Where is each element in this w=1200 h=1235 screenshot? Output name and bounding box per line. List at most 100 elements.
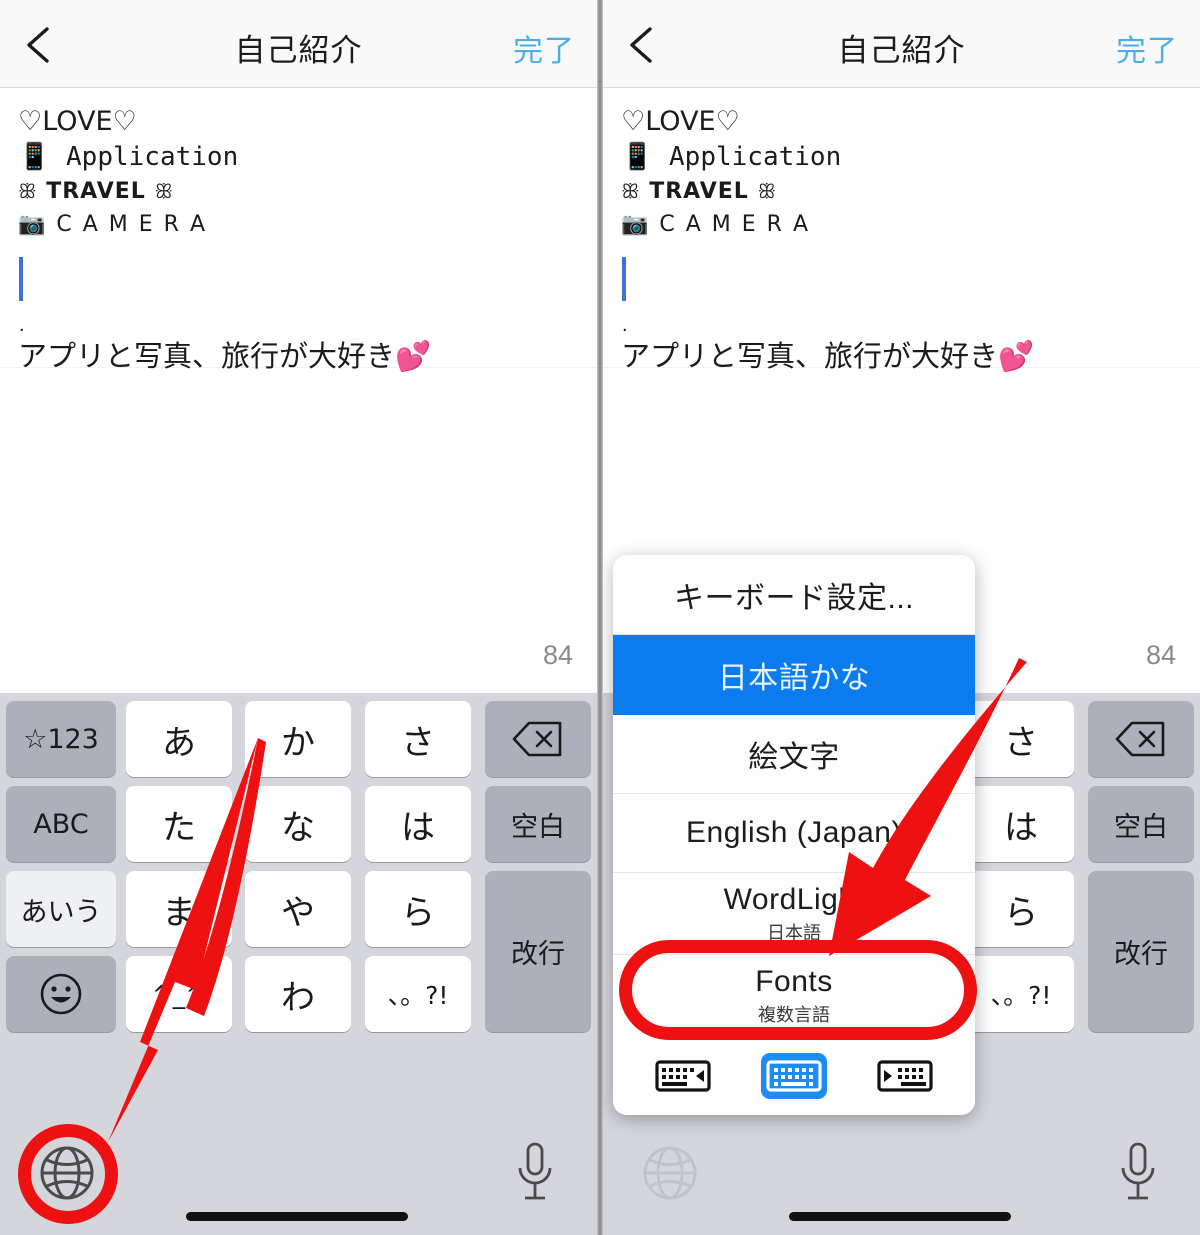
key-ra[interactable]: ら [968,871,1074,947]
bio-japanese-text: アプリと写真、旅行が大好き [18,339,396,373]
bio-line-application: 📱 Application [18,139,579,175]
keyboard-current-icon [766,1060,822,1092]
navigation-bar-right: 自己紹介 完了 [603,0,1200,88]
key-emoji[interactable] [6,956,116,1032]
bio-line-japanese: アプリと写真、旅行が大好き💕 [18,336,579,376]
done-button[interactable]: 完了 [513,26,575,70]
key-na[interactable]: な [245,786,351,862]
bio-travel-text: TRAVEL [649,179,749,204]
globe-icon [643,1146,697,1200]
key-ra[interactable]: ら [365,871,471,947]
bio-line-dot: . [19,314,25,336]
done-button-right[interactable]: 完了 [1116,26,1178,70]
key-ha[interactable]: は [365,786,471,862]
key-ma[interactable]: ま [126,871,232,947]
navigation-bar: 自己紹介 完了 [0,0,597,88]
menu-item-label: 日本語かな [717,662,871,695]
key-aiu[interactable]: あいう [6,871,116,947]
key-space[interactable]: 空白 [485,786,591,862]
phone-emoji: 📱 [18,142,51,172]
page-title: 自己紹介 [234,33,363,68]
delete-icon [512,721,562,757]
delete-icon [1115,721,1165,757]
key-return[interactable]: 改行 [1088,871,1194,1032]
ornament-right: ꕥ [154,179,175,203]
bio-application-text: Application [66,142,239,172]
key-abc[interactable]: ABC [6,786,116,862]
key-ka[interactable]: か [245,701,351,777]
keyboard-current-button[interactable] [760,1053,827,1099]
keyboard-switcher-bar [613,1037,975,1115]
menu-emoji[interactable]: 絵文字 [613,715,975,794]
home-indicator-left [186,1212,408,1221]
bio-line-love: ♡LOVE♡ [621,106,740,137]
dictation-key-right[interactable] [1115,1140,1161,1206]
keyboard-prev-button[interactable] [650,1053,716,1099]
key-symbols[interactable]: ☆123 [6,701,116,777]
bio-application-text: Application [669,142,842,172]
microphone-icon [1121,1142,1155,1200]
bio-line-dot: . [622,314,628,336]
bio-line-travel: ꕥ TRAVEL ꕥ [621,175,1182,208]
key-delete[interactable] [485,701,591,777]
menu-item-label: English (Japan) [686,816,902,849]
microphone-icon [518,1142,552,1200]
camera-emoji: 📷 [621,212,651,237]
page-title-right: 自己紹介 [837,33,966,68]
ornament-right: ꕥ [757,179,778,203]
character-counter-right: 84 [1145,640,1176,670]
key-wa[interactable]: わ [245,956,351,1032]
character-counter: 84 [542,640,573,670]
key-return[interactable]: 改行 [485,871,591,1032]
red-circle-globe [18,1124,118,1224]
bio-camera-text: C A M E R A [56,212,208,237]
text-caret [622,257,626,301]
hearts-emoji: 💕 [395,339,432,373]
text-caret [19,257,23,301]
ornament-left: ꕥ [621,179,641,203]
red-oval-fonts [619,940,977,1040]
screenshot-root: 自己紹介 完了 ♡LOVE♡ 📱 Application ꕥ TRAVEL ꕥ … [0,0,1200,1235]
key-ya[interactable]: や [245,871,351,947]
key-ta[interactable]: た [126,786,232,862]
key-a[interactable]: あ [126,701,232,777]
menu-keyboard-settings[interactable]: キーボード設定... [613,555,975,635]
key-punctuation[interactable]: 、。?! [968,956,1074,1032]
key-kaomoji[interactable]: ^_^ [126,956,232,1032]
home-indicator-right [789,1212,1011,1221]
right-phone-screen: 自己紹介 完了 ♡LOVE♡ 📱 Application ꕥ TRAVEL ꕥ … [603,0,1200,1235]
menu-item-label: WordLight [723,882,865,916]
camera-emoji: 📷 [18,212,48,237]
keyboard-prev-icon [655,1060,711,1092]
menu-item-label: 絵文字 [748,741,840,774]
bio-japanese-text: アプリと写真、旅行が大好き [621,339,999,373]
key-space[interactable]: 空白 [1088,786,1194,862]
key-ha[interactable]: は [968,786,1074,862]
ornament-left: ꕥ [18,179,38,203]
keyboard-next-button[interactable] [872,1053,938,1099]
hearts-emoji: 💕 [998,339,1035,373]
phone-emoji: 📱 [621,142,654,172]
bio-line-travel: ꕥ TRAVEL ꕥ [18,175,579,208]
dictation-key-left[interactable] [512,1140,558,1206]
bio-line-application: 📱 Application [621,139,1182,175]
bio-line-camera: 📷 C A M E R A [621,208,1182,242]
bio-text-area-right[interactable]: ♡LOVE♡ 📱 Application ꕥ TRAVEL ꕥ 📷 C A M … [603,89,1200,373]
bio-line-japanese: アプリと写真、旅行が大好き💕 [621,336,1182,376]
key-delete[interactable] [1088,701,1194,777]
key-sa[interactable]: さ [968,701,1074,777]
keyboard-next-icon [877,1060,933,1092]
menu-item-label: キーボード設定... [673,581,914,615]
bio-camera-text: C A M E R A [659,212,811,237]
left-phone-screen: 自己紹介 完了 ♡LOVE♡ 📱 Application ꕥ TRAVEL ꕥ … [0,0,597,1235]
globe-key-right[interactable] [639,1142,701,1204]
bio-line-love: ♡LOVE♡ [18,106,137,137]
menu-japanese-kana[interactable]: 日本語かな [613,635,975,715]
key-punctuation[interactable]: 、。?! [365,956,471,1032]
bio-travel-text: TRAVEL [46,179,146,204]
menu-english-japan[interactable]: English (Japan) [613,794,975,873]
smiley-icon [40,973,82,1015]
bio-text-area[interactable]: ♡LOVE♡ 📱 Application ꕥ TRAVEL ꕥ 📷 C A M … [0,89,597,373]
bio-line-camera: 📷 C A M E R A [18,208,579,242]
key-sa[interactable]: さ [365,701,471,777]
